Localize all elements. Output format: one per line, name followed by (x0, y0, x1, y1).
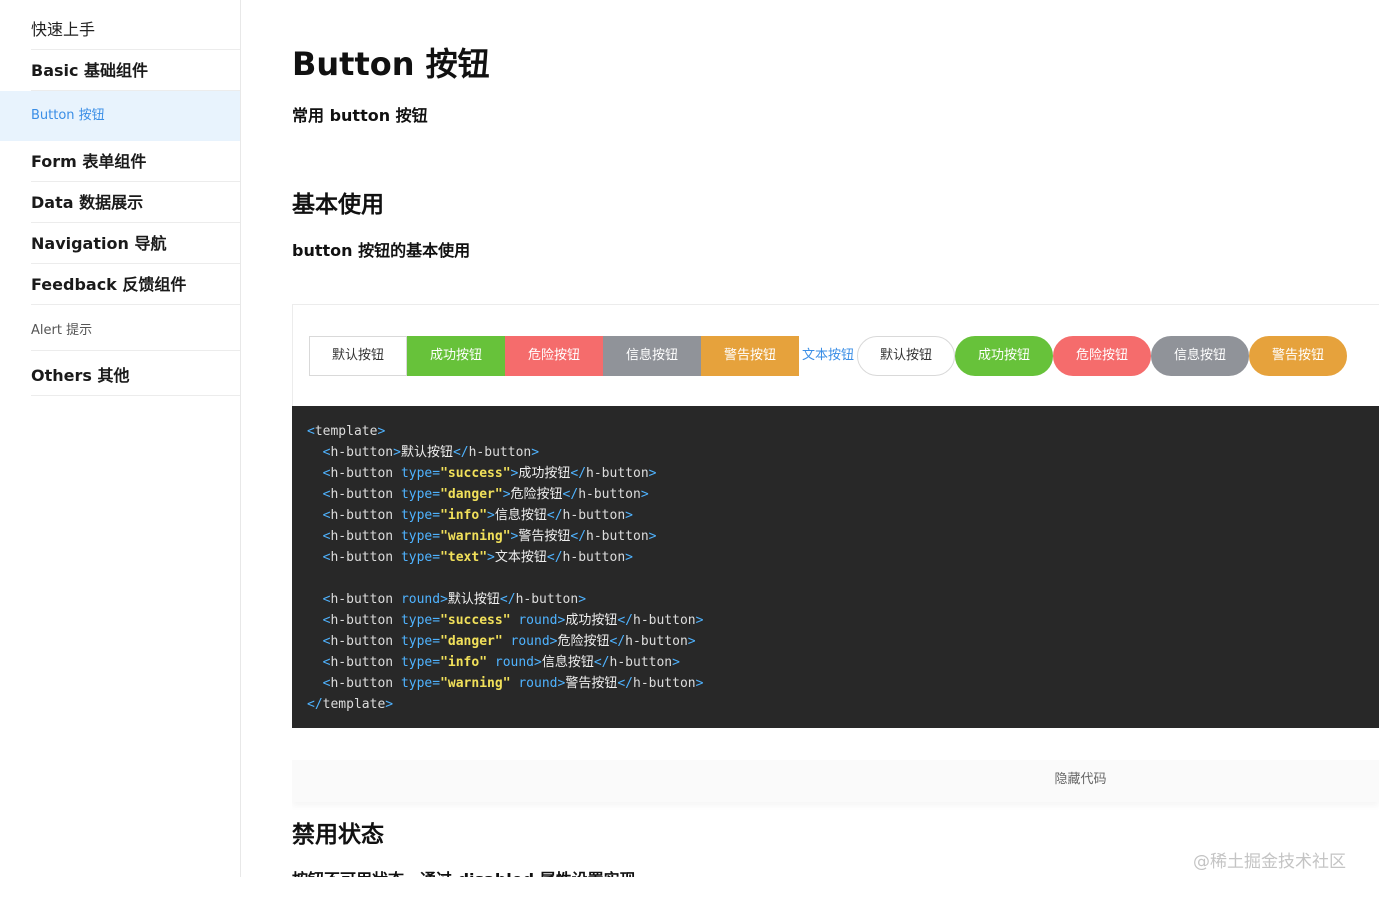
danger-button[interactable]: 危险按钮 (505, 336, 603, 376)
sidebar-group-navigation: Navigation 导航 (31, 223, 240, 264)
sidebar-group-basic: Basic 基础组件 (31, 50, 240, 91)
round-success-button[interactable]: 成功按钮 (955, 336, 1053, 376)
code-line: <h-button type="info" round>信息按钮</h-butt… (322, 655, 680, 670)
sidebar-item-quick-start[interactable]: 快速上手 (31, 9, 240, 50)
code-lines: <h-button>默认按钮</h-button> <h-button type… (307, 442, 1379, 694)
demo-box: 默认按钮 成功按钮 危险按钮 信息按钮 警告按钮 文本按钮 默认按钮 成功按钮 … (292, 304, 1379, 406)
code-line: <h-button type="text">文本按钮</h-button> (322, 550, 633, 565)
code-line-template-close: </template> (307, 697, 394, 712)
sidebar-item-button[interactable]: Button 按钮 (0, 91, 240, 141)
round-info-button[interactable]: 信息按钮 (1151, 336, 1249, 376)
sidebar: 快速上手 Basic 基础组件 Button 按钮 Form 表单组件 Data… (0, 0, 241, 877)
code-line: <h-button round>默认按钮</h-button> (322, 592, 587, 607)
code-line: <h-button type="danger" round>危险按钮</h-bu… (322, 634, 696, 649)
watermark: @稀土掘金技术社区 (1193, 852, 1346, 872)
code-line: <h-button>默认按钮</h-button> (322, 445, 540, 460)
section-description-basic: button 按钮的基本使用 (292, 241, 471, 260)
code-line-template-open: <template> (307, 424, 386, 439)
round-danger-button[interactable]: 危险按钮 (1053, 336, 1151, 376)
section-title-basic: 基本使用 (292, 192, 384, 218)
page-description: 常用 button 按钮 (292, 106, 428, 125)
toggle-code-bar[interactable]: 隐藏代码 (292, 760, 1379, 802)
round-default-button[interactable]: 默认按钮 (857, 336, 955, 376)
code-line: <h-button type="warning">警告按钮</h-button> (322, 529, 657, 544)
code-line: <h-button type="danger">危险按钮</h-button> (322, 487, 649, 502)
section-title-disabled: 禁用状态 (292, 822, 384, 848)
code-line: <h-button type="info">信息按钮</h-button> (322, 508, 633, 523)
code-line: <h-button type="success" round>成功按钮</h-b… (322, 613, 704, 628)
section-description-disabled: 按钮不可用状态，通过 disabled 属性设置实现 (292, 870, 636, 877)
sidebar-group-feedback: Feedback 反馈组件 (31, 264, 240, 305)
warning-button[interactable]: 警告按钮 (701, 336, 799, 376)
code-block: <template> <h-button>默认按钮</h-button> <h-… (292, 406, 1379, 728)
default-button[interactable]: 默认按钮 (309, 336, 407, 376)
sidebar-group-data: Data 数据展示 (31, 182, 240, 223)
code-line: <h-button type="success">成功按钮</h-button> (322, 466, 657, 481)
text-button[interactable]: 文本按钮 (799, 336, 857, 376)
main-content: Button 按钮 常用 button 按钮 基本使用 button 按钮的基本… (292, 0, 1379, 877)
sidebar-group-others: Others 其他 (31, 355, 240, 396)
success-button[interactable]: 成功按钮 (407, 336, 505, 376)
info-button[interactable]: 信息按钮 (603, 336, 701, 376)
toggle-code-label[interactable]: 隐藏代码 (1054, 772, 1106, 787)
round-warning-button[interactable]: 警告按钮 (1249, 336, 1347, 376)
sidebar-group-form: Form 表单组件 (31, 141, 240, 182)
page-title: Button 按钮 (292, 45, 490, 83)
sidebar-item-alert[interactable]: Alert 提示 (31, 310, 240, 351)
code-line: <h-button type="warning" round>警告按钮</h-b… (322, 676, 704, 691)
